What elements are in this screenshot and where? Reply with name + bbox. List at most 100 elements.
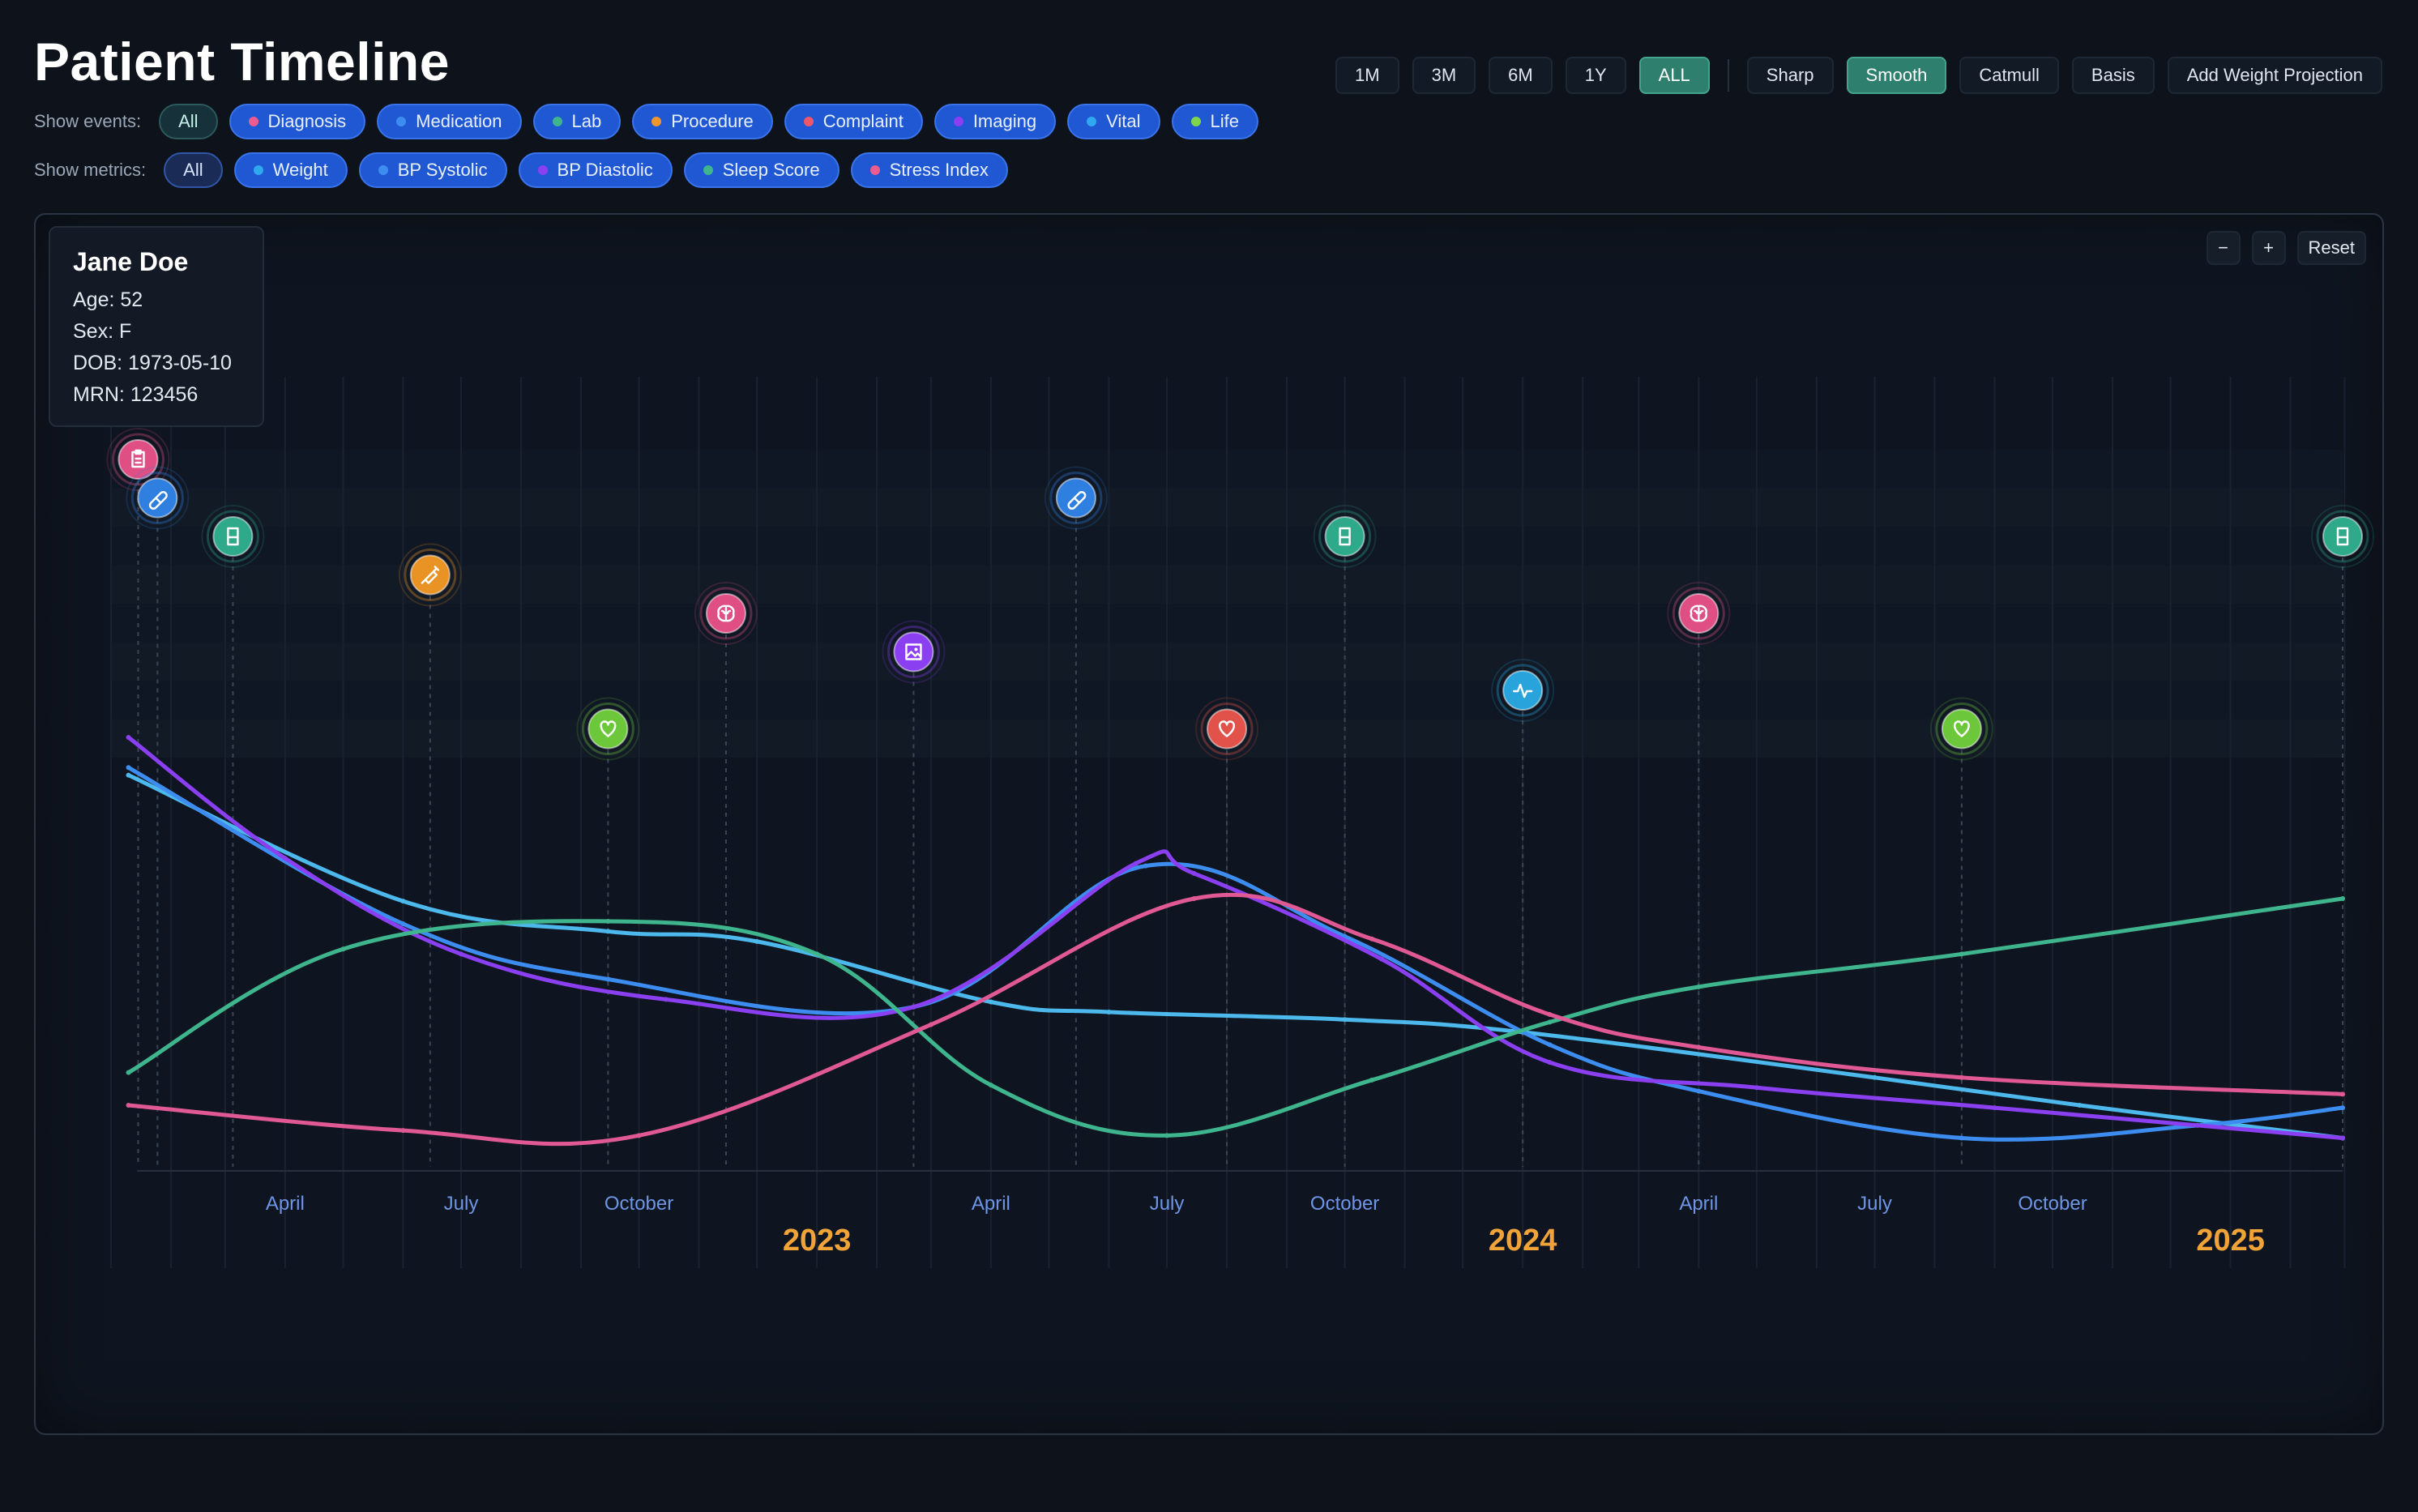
data-point-stress-index [126,1103,131,1108]
zoom-out-button[interactable]: − [2206,231,2241,265]
event-filter-procedure[interactable]: Procedure [632,104,773,139]
data-point-bp-diastolic [663,997,669,1002]
data-point-weight [988,999,993,1005]
chart-panel: April July October April July October April Jul… [34,213,2384,1435]
data-point-bp-systolic [605,976,611,982]
data-point-sleep-score [814,951,820,957]
data-point-stress-index [2340,1091,2345,1097]
event-filter-lab[interactable]: Lab [532,104,622,139]
range-1m-button[interactable]: 1M [1335,57,1399,94]
color-dot-icon [803,117,814,126]
event-filter-diagnosis[interactable]: Diagnosis [229,104,366,139]
metric-filter-bp-diastolic[interactable]: BP Diastolic [518,152,673,188]
event-filter-row: Show events: All Diagnosis Medication Lab P… [34,104,1258,139]
data-point-bp-diastolic [2340,1135,2345,1141]
metric-filter-label: Stress Index [889,160,989,180]
event-filter-imaging[interactable]: Imaging [933,104,1057,139]
data-point-bp-diastolic [1133,861,1139,866]
page-title: Patient Timeline [34,32,450,92]
data-point-bp-diastolic [1754,1085,1759,1091]
range-all-button[interactable]: ALL [1638,57,1710,94]
curve-smooth-button[interactable]: Smooth [1846,57,1947,94]
curve-sharp-button[interactable]: Sharp [1746,57,1834,94]
zoom-in-button[interactable]: + [2251,231,2286,265]
data-point-bp-systolic [1696,1088,1702,1094]
color-dot-icon [651,117,662,126]
month-tick-label: October [2018,1193,2087,1215]
event-filter-label: Complaint [822,111,904,131]
month-tick-label: April [972,1193,1010,1215]
data-point-bp-systolic [1959,1135,1964,1141]
curve-basis-button[interactable]: Basis [2071,57,2155,94]
show-events-label: Show events: [34,111,142,131]
data-point-bp-systolic [400,921,406,927]
metric-filter-all[interactable]: All [164,152,223,188]
event-filter-label: Lab [571,111,602,131]
month-tick-label: April [266,1193,305,1215]
data-point-bp-diastolic [282,856,288,861]
data-point-stress-index [400,1128,406,1134]
event-filter-life[interactable]: Life [1171,104,1258,139]
data-point-bp-diastolic [1992,1105,1997,1111]
range-1y-button[interactable]: 1Y [1565,57,1626,94]
data-point-bp-diastolic [911,1004,916,1010]
event-filter-label: Life [1210,111,1239,131]
data-point-sleep-score [340,946,346,952]
month-tick-label: July [444,1193,479,1215]
metric-filter-label: BP Diastolic [557,160,653,180]
data-point-bp-systolic [1547,1042,1553,1048]
metric-filter-weight[interactable]: Weight [233,152,348,188]
color-dot-icon [703,165,713,175]
event-filter-label: Vital [1106,111,1141,131]
patient-card: Jane Doe Age: 52 Sex: F DOB: 1973-05-10 … [49,226,264,427]
add-weight-projection-button[interactable]: Add Weight Projection [2167,57,2382,94]
zoom-controls: − + Reset [2206,231,2366,265]
data-point-sleep-score [1547,1019,1553,1025]
data-point-bp-diastolic [1191,870,1197,876]
metric-filter-sleep-score[interactable]: Sleep Score [683,152,839,188]
data-point-sleep-score [988,1083,993,1088]
metric-filter-bp-systolic[interactable]: BP Systolic [358,152,507,188]
patient-age: Age: 52 [73,288,143,311]
event-filter-all[interactable]: All [159,104,218,139]
data-point-stress-index [1696,1044,1702,1050]
range-6m-button[interactable]: 6M [1489,57,1553,94]
color-dot-icon [1087,117,1097,126]
month-tick-label: October [1310,1193,1379,1215]
show-metrics-label: Show metrics: [34,160,147,180]
toolbar: 1M 3M 6M 1Y ALL Sharp Smooth Catmull Basis Add … [1335,57,2382,94]
data-point-weight [1106,1009,1112,1014]
data-point-stress-index [1959,1074,1964,1080]
metric-filter-stress-index[interactable]: Stress Index [850,152,1008,188]
metric-filter-label: BP Systolic [397,160,488,180]
event-filter-label: Medication [416,111,502,131]
year-tick-label: 2024 [1489,1224,1557,1258]
data-point-weight [1872,1074,1878,1080]
data-point-sleep-score [1959,951,1964,957]
data-point-bp-systolic [2340,1105,2345,1111]
curve-catmull-button[interactable]: Catmull [1959,57,2059,94]
range-3m-button[interactable]: 3M [1412,57,1476,94]
event-filter-complaint[interactable]: Complaint [784,104,923,139]
data-point-sleep-score [1369,1077,1375,1083]
metric-filter-all-label: All [183,160,203,180]
event-filter-vital[interactable]: Vital [1067,104,1160,139]
data-point-sleep-score [1164,1133,1170,1138]
zoom-reset-button[interactable]: Reset [2296,231,2366,265]
color-dot-icon [248,117,258,126]
event-filter-label: Procedure [671,111,754,131]
color-dot-icon [396,117,407,126]
data-point-stress-index [1547,1012,1553,1018]
month-tick-label: July [1857,1193,1892,1215]
data-point-bp-systolic [1143,863,1148,869]
color-dot-icon [552,117,562,126]
data-point-stress-index [636,1133,642,1138]
data-point-bp-systolic [126,765,131,771]
event-filter-medication[interactable]: Medication [377,104,522,139]
data-point-stress-index [928,1022,933,1027]
color-dot-icon [537,165,548,175]
timeline-chart[interactable]: April July October April July October April Jul… [36,215,2386,1437]
data-point-stress-index [1191,896,1197,901]
metric-filter-label: Weight [272,160,328,180]
color-dot-icon [953,117,963,126]
